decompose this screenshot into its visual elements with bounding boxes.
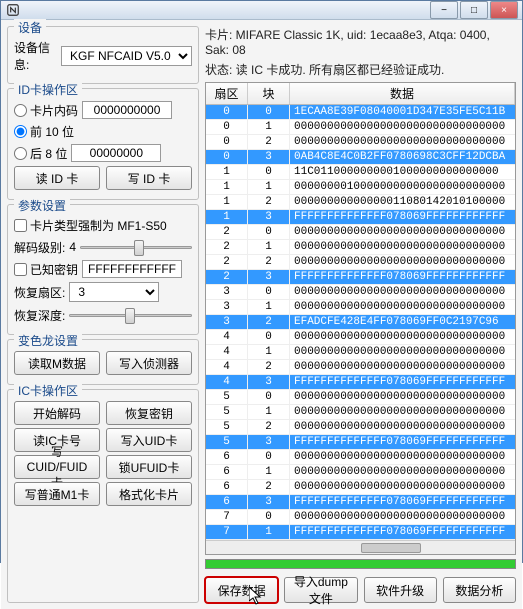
table-row[interactable]: 32EFADCFE428E4FF078069FF0C2197C96 xyxy=(206,315,515,330)
read-m-data-button[interactable]: 读取M数据 xyxy=(14,351,100,375)
table-row[interactable]: 4200000000000000000000000000000000 xyxy=(206,360,515,375)
write-uid-button[interactable]: 写入UID卡 xyxy=(106,428,192,452)
known-key-checkbox[interactable]: 已知密钥 xyxy=(14,261,78,278)
table-row[interactable]: 4000000000000000000000000000000000 xyxy=(206,330,515,345)
table-row[interactable]: 6200000000000000000000000000000000 xyxy=(206,480,515,495)
table-row[interactable]: 2200000000000000000000000000000000 xyxy=(206,255,515,270)
table-row[interactable]: 1200000000000000011080142010100000 xyxy=(206,195,515,210)
recover-depth-label: 恢复深度: xyxy=(14,307,65,324)
table-row[interactable]: 4100000000000000000000000000000000 xyxy=(206,345,515,360)
params-title: 参数设置 xyxy=(14,197,70,214)
device-group: 设备 设备信息: KGF NFCAID V5.0 xyxy=(7,26,199,84)
table-row[interactable]: 7000000000000000000000000000000000 xyxy=(206,510,515,525)
table-row[interactable]: 53FFFFFFFFFFFFFF078069FFFFFFFFFFFF xyxy=(206,435,515,450)
import-dump-button[interactable]: 导入dump文件 xyxy=(284,577,357,603)
ic-ops-title: IC卡操作区 xyxy=(14,382,82,399)
front10-radio[interactable]: 前 10 位 xyxy=(14,123,74,140)
table-body[interactable]: 001ECAA8E39F08040001D347E35FE5C11B010000… xyxy=(206,105,515,540)
back8-input[interactable] xyxy=(71,144,161,162)
h-scrollbar[interactable] xyxy=(206,540,515,554)
table-row[interactable]: 23FFFFFFFFFFFFFF078069FFFFFFFFFFFF xyxy=(206,270,515,285)
recover-sector-select[interactable]: 3 xyxy=(69,282,159,302)
decode-level-slider[interactable] xyxy=(80,238,192,256)
table-row[interactable]: 1011C0110000000001000000000000000 xyxy=(206,165,515,180)
start-decode-button[interactable]: 开始解码 xyxy=(14,401,100,425)
table-row[interactable]: 0200000000000000000000000000000000 xyxy=(206,135,515,150)
table-row[interactable]: 030AB4C8E4C0B2FF0780698C3CFF12DCBA xyxy=(206,150,515,165)
maximize-button[interactable]: □ xyxy=(460,1,488,19)
table-row[interactable]: 2000000000000000000000000000000000 xyxy=(206,225,515,240)
close-button[interactable]: × xyxy=(490,1,518,19)
table-row[interactable]: 6100000000000000000000000000000000 xyxy=(206,465,515,480)
device-info-select[interactable]: KGF NFCAID V5.0 xyxy=(61,46,192,66)
write-detector-button[interactable]: 写入侦测器 xyxy=(106,351,192,375)
known-key-input[interactable] xyxy=(82,260,182,278)
table-row[interactable]: 0100000000000000000000000000000000 xyxy=(206,120,515,135)
progress-bar xyxy=(205,559,516,569)
table-row[interactable]: 6000000000000000000000000000000000 xyxy=(206,450,515,465)
card-info-status: 卡片: MIFARE Classic 1K, uid: 1ecaa8e3, At… xyxy=(205,26,516,57)
ic-ops-group: IC卡操作区 开始解码 恢复密钥 读IC卡号 写入UID卡 写CUID/FUID… xyxy=(7,389,199,603)
col-block: 块 xyxy=(248,83,290,104)
data-table: 扇区 块 数据 001ECAA8E39F08040001D347E35FE5C1… xyxy=(205,82,516,555)
format-card-button[interactable]: 格式化卡片 xyxy=(106,482,192,506)
table-row[interactable]: 43FFFFFFFFFFFFFF078069FFFFFFFFFFFF xyxy=(206,375,515,390)
col-data: 数据 xyxy=(290,83,515,104)
card-num-radio[interactable]: 卡片内码 xyxy=(14,102,78,119)
recover-key-button[interactable]: 恢复密钥 xyxy=(106,401,192,425)
device-group-title: 设备 xyxy=(14,19,46,36)
table-row[interactable]: 001ECAA8E39F08040001D347E35FE5C11B xyxy=(206,105,515,120)
lock-ufuid-button[interactable]: 锁UFUID卡 xyxy=(106,455,192,479)
save-data-button[interactable]: 保存数据 xyxy=(205,577,278,603)
table-row[interactable]: 63FFFFFFFFFFFFFF078069FFFFFFFFFFFF xyxy=(206,495,515,510)
write-m1-button[interactable]: 写普通M1卡 xyxy=(14,482,100,506)
read-id-button[interactable]: 读 ID 卡 xyxy=(14,166,100,190)
table-row[interactable]: 13FFFFFFFFFFFFFF078069FFFFFFFFFFFF xyxy=(206,210,515,225)
table-row[interactable]: 71FFFFFFFFFFFFFF078069FFFFFFFFFFFF xyxy=(206,525,515,540)
table-row[interactable]: 2100000000000000000000000000000000 xyxy=(206,240,515,255)
chameleon-group: 变色龙设置 读取M数据 写入侦测器 xyxy=(7,339,199,385)
force-type-checkbox[interactable]: 卡片类型强制为 MF1-S50 xyxy=(14,217,167,234)
decode-level-label: 解码级别: xyxy=(14,239,65,256)
id-ops-group: ID卡操作区 卡片内码 前 10 位 后 8 位 读 ID 卡 写 ID 卡 xyxy=(7,88,199,200)
table-row[interactable]: 5000000000000000000000000000000000 xyxy=(206,390,515,405)
analyze-button[interactable]: 数据分析 xyxy=(443,577,516,603)
upgrade-button[interactable]: 软件升级 xyxy=(364,577,437,603)
device-info-label: 设备信息: xyxy=(14,39,57,73)
titlebar: − □ × xyxy=(1,1,522,20)
state-status: 状态: 读 IC 卡成功. 所有扇区都已经验证成功. xyxy=(205,61,516,78)
table-row[interactable]: 3100000000000000000000000000000000 xyxy=(206,300,515,315)
table-row[interactable]: 5100000000000000000000000000000000 xyxy=(206,405,515,420)
table-row[interactable]: 3000000000000000000000000000000000 xyxy=(206,285,515,300)
nfc-icon xyxy=(5,2,21,18)
table-row[interactable]: 1100000000100000000000000000000000 xyxy=(206,180,515,195)
card-num-input[interactable] xyxy=(82,101,172,119)
minimize-button[interactable]: − xyxy=(430,1,458,19)
write-id-button[interactable]: 写 ID 卡 xyxy=(106,166,192,190)
col-sector: 扇区 xyxy=(206,83,248,104)
chameleon-title: 变色龙设置 xyxy=(14,332,82,349)
table-row[interactable]: 5200000000000000000000000000000000 xyxy=(206,420,515,435)
id-ops-title: ID卡操作区 xyxy=(14,81,82,98)
write-cuid-button[interactable]: 写CUID/FUID卡 xyxy=(14,455,100,479)
app-window: − □ × 设备 设备信息: KGF NFCAID V5.0 ID卡操作区 卡片… xyxy=(0,0,523,563)
recover-sector-label: 恢复扇区: xyxy=(14,284,65,301)
params-group: 参数设置 卡片类型强制为 MF1-S50 解码级别: 4 已知密钥 恢复扇区: xyxy=(7,204,199,335)
recover-depth-slider[interactable] xyxy=(69,306,192,324)
back8-radio[interactable]: 后 8 位 xyxy=(14,145,67,162)
decode-level-value: 4 xyxy=(69,240,76,254)
